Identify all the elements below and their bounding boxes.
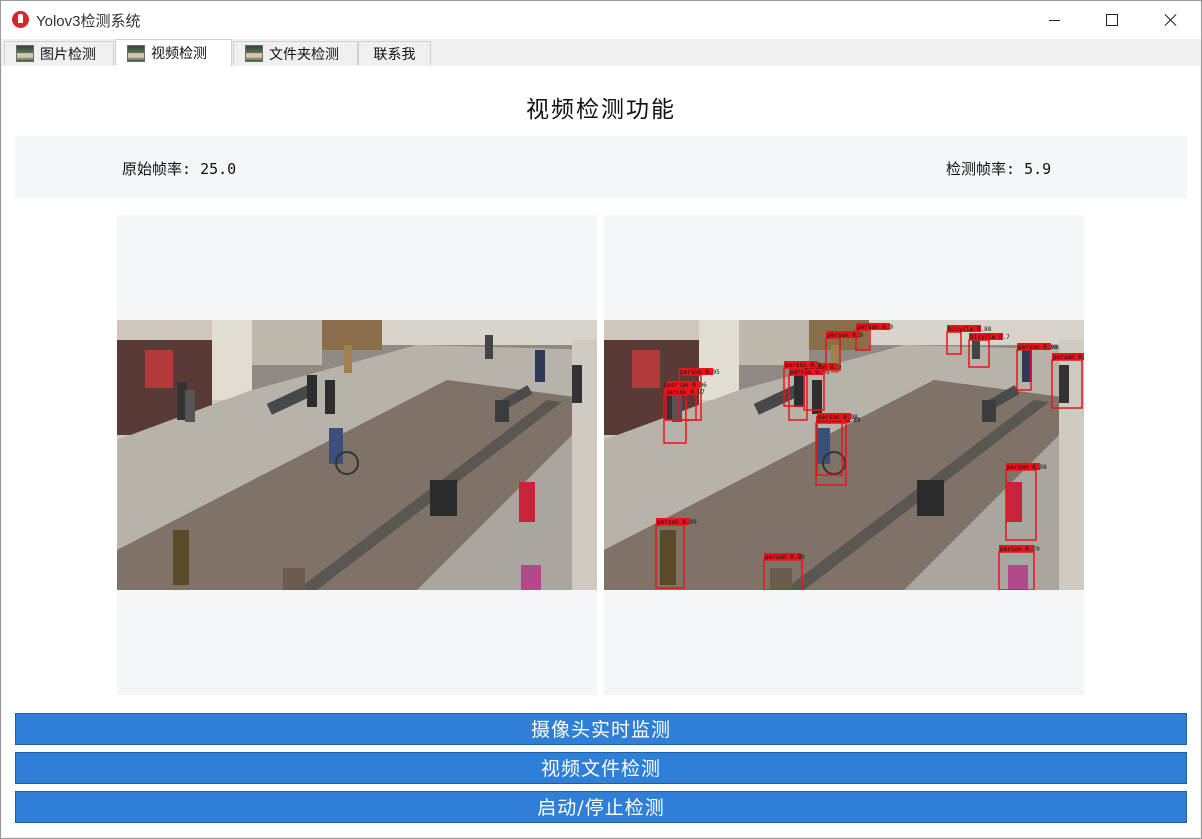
- image-thumbnail-icon: [127, 44, 145, 62]
- detect-fps: 检测帧率: 5.9: [946, 158, 1051, 179]
- tab-folder-detect[interactable]: 文件夹检测: [233, 41, 358, 65]
- original-fps-value: 25.0: [200, 160, 237, 178]
- start-stop-detect-button[interactable]: 启动/停止检测: [15, 791, 1187, 823]
- tab-bar: 图片检测 视频检测 文件夹检测 联系我: [1, 39, 1201, 66]
- detection-label: person 0.95: [680, 369, 720, 376]
- tab-label: 视频检测: [151, 46, 207, 62]
- original-fps: 原始帧率: 25.0: [122, 158, 236, 179]
- title-bar: Yolov3检测系统: [1, 1, 1201, 39]
- detection-label: person 0.99: [1053, 354, 1084, 361]
- tab-label: 联系我: [373, 46, 416, 63]
- detection-label: person 0.98: [1007, 464, 1047, 471]
- close-icon: [1164, 13, 1178, 27]
- detected-video-panel: person 0.99 person 0.99 person 0.98 person …: [604, 215, 1084, 695]
- detection-label: person 0.99: [765, 554, 805, 561]
- detection-label: person 0.70: [1000, 546, 1040, 553]
- original-video-frame: [117, 320, 597, 590]
- detection-label: person 0.9: [827, 332, 864, 339]
- image-thumbnail-icon: [245, 45, 263, 62]
- detect-fps-value: 5.9: [1024, 160, 1052, 178]
- street-scene-image: [117, 320, 597, 590]
- camera-monitor-button[interactable]: 摄像头实时监测: [15, 713, 1187, 745]
- page-title: 视频检测功能: [526, 97, 676, 123]
- detection-label: person 0.99: [657, 519, 697, 526]
- detect-fps-label: 检测帧率:: [946, 160, 1016, 178]
- minimize-button[interactable]: [1025, 1, 1083, 39]
- original-video-panel: [117, 215, 597, 695]
- detection-label: person 0.98: [818, 414, 858, 421]
- maximize-button[interactable]: [1083, 1, 1141, 39]
- tab-label: 图片检测: [40, 46, 96, 63]
- minimize-icon: [1048, 19, 1060, 21]
- app-window: Yolov3检测系统 图片检测 视频检测 文件夹检测 联系我 视频检测功能 原始…: [0, 0, 1202, 839]
- detection-label: person 0.98: [1018, 344, 1058, 351]
- video-file-detect-button[interactable]: 视频文件检测: [15, 752, 1187, 784]
- image-thumbnail-icon: [16, 45, 34, 62]
- fps-bar: 原始帧率: 25.0 检测帧率: 5.9: [15, 136, 1187, 198]
- detection-result-image: person 0.99 person 0.99 person 0.98 person …: [604, 320, 1084, 590]
- detection-label: bicycle 0.88: [948, 326, 992, 333]
- detection-label: bicycle 0.7: [970, 334, 1010, 341]
- window-title: Yolov3检测系统: [36, 13, 141, 30]
- detection-label: person 0.97: [665, 389, 705, 396]
- app-logo-icon: [12, 11, 29, 28]
- tab-video-detect[interactable]: 视频检测: [115, 39, 232, 66]
- original-fps-label: 原始帧率:: [122, 160, 192, 178]
- detection-label: person 0.9: [857, 324, 894, 331]
- detection-label: person 0.9: [785, 362, 822, 369]
- maximize-icon: [1106, 14, 1118, 26]
- detected-video-frame: person 0.99 person 0.99 person 0.98 person …: [604, 320, 1084, 590]
- video-detect-panel: 视频检测功能 原始帧率: 25.0 检测帧率: 5.9 person 0.99 …: [2, 66, 1200, 837]
- tab-contact[interactable]: 联系我: [358, 41, 431, 65]
- close-button[interactable]: [1142, 1, 1200, 39]
- tab-label: 文件夹检测: [269, 46, 339, 63]
- tab-image-detect[interactable]: 图片检测: [4, 41, 114, 65]
